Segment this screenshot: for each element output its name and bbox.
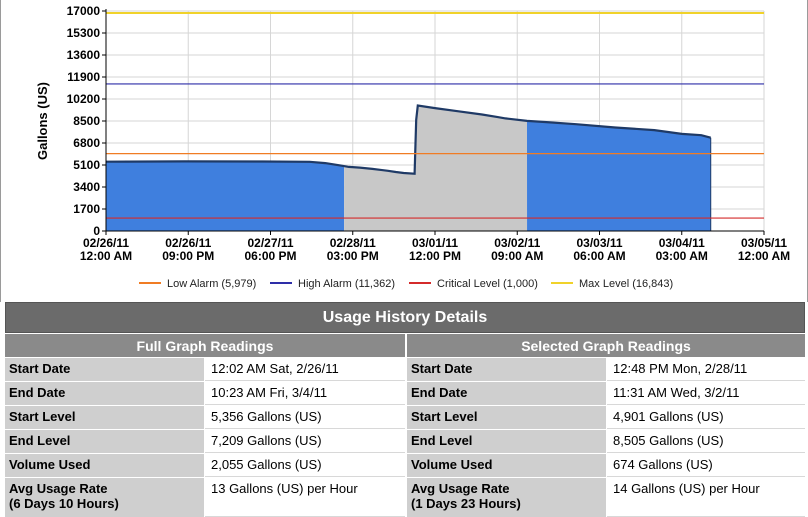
table-row: End Date 10:23 AM Fri, 3/4/11 bbox=[5, 381, 405, 405]
x-tick-date: 02/26/11 bbox=[83, 236, 129, 250]
level-area-before-selection bbox=[106, 161, 345, 231]
start-date-value: 12:48 PM Mon, 2/28/11 bbox=[607, 358, 805, 381]
table-row: Start Level 5,356 Gallons (US) bbox=[5, 405, 405, 429]
start-level-value: 4,901 Gallons (US) bbox=[607, 406, 805, 429]
avg-usage-rate-title: Avg Usage Rate bbox=[9, 481, 108, 496]
y-tick-label: 8500 bbox=[73, 114, 100, 128]
legend-entry: Low Alarm (5,979) bbox=[167, 278, 256, 290]
x-tick-time: 12:00 PM bbox=[409, 249, 461, 263]
x-tick-time: 09:00 AM bbox=[491, 249, 543, 263]
end-level-value: 7,209 Gallons (US) bbox=[205, 430, 405, 453]
volume-used-label: Volume Used bbox=[407, 454, 607, 477]
selected-graph-readings: Selected Graph Readings Start Date 12:48… bbox=[405, 333, 805, 517]
legend-entry: Critical Level (1,000) bbox=[437, 278, 538, 290]
start-date-value: 12:02 AM Sat, 2/26/11 bbox=[205, 358, 405, 381]
volume-used-value: 674 Gallons (US) bbox=[607, 454, 805, 477]
avg-usage-rate-period: (1 Days 23 Hours) bbox=[411, 496, 521, 511]
x-tick-time: 09:00 PM bbox=[162, 249, 214, 263]
start-date-label: Start Date bbox=[5, 358, 205, 381]
avg-usage-rate-label: Avg Usage Rate (6 Days 10 Hours) bbox=[5, 478, 205, 517]
x-tick-time: 12:00 AM bbox=[738, 249, 790, 263]
y-tick-label: 6800 bbox=[73, 136, 100, 150]
table-row: Start Level 4,901 Gallons (US) bbox=[407, 405, 805, 429]
x-tick-date: 03/05/11 bbox=[741, 236, 787, 250]
details-title: Usage History Details bbox=[5, 302, 805, 333]
chart-svg: 17000 15300 13600 11900 10200 8500 6800 5100 340… bbox=[35, 4, 790, 290]
y-tick-label: 3400 bbox=[73, 180, 100, 194]
end-date-label: End Date bbox=[407, 382, 607, 405]
volume-used-label: Volume Used bbox=[5, 454, 205, 477]
start-date-label: Start Date bbox=[407, 358, 607, 381]
x-tick-date: 02/27/11 bbox=[247, 236, 293, 250]
x-tick-date: 03/01/11 bbox=[412, 236, 458, 250]
table-row: Avg Usage Rate (6 Days 10 Hours) 13 Gall… bbox=[5, 477, 405, 517]
table-row: End Date 11:31 AM Wed, 3/2/11 bbox=[407, 381, 805, 405]
avg-usage-rate-title: Avg Usage Rate bbox=[411, 481, 510, 496]
start-level-label: Start Level bbox=[5, 406, 205, 429]
end-level-label: End Level bbox=[5, 430, 205, 453]
x-tick-date: 03/03/11 bbox=[576, 236, 622, 250]
y-tick-label: 15300 bbox=[67, 26, 101, 40]
avg-usage-rate-value: 14 Gallons (US) per Hour bbox=[607, 478, 805, 517]
table-row: Start Date 12:48 PM Mon, 2/28/11 bbox=[407, 357, 805, 381]
legend-entry: Max Level (16,843) bbox=[579, 278, 673, 290]
table-row: Volume Used 2,055 Gallons (US) bbox=[5, 453, 405, 477]
avg-usage-rate-label: Avg Usage Rate (1 Days 23 Hours) bbox=[407, 478, 607, 517]
x-tick-time: 06:00 PM bbox=[244, 249, 296, 263]
avg-usage-rate-value: 13 Gallons (US) per Hour bbox=[205, 478, 405, 517]
full-readings-heading: Full Graph Readings bbox=[5, 333, 405, 357]
selected-readings-heading: Selected Graph Readings bbox=[407, 333, 805, 357]
y-tick-label: 1700 bbox=[73, 202, 100, 216]
x-tick-date: 02/28/11 bbox=[330, 236, 376, 250]
x-tick-date: 02/26/11 bbox=[165, 236, 211, 250]
end-date-label: End Date bbox=[5, 382, 205, 405]
legend-entry: High Alarm (11,362) bbox=[298, 278, 395, 290]
end-date-value: 10:23 AM Fri, 3/4/11 bbox=[205, 382, 405, 405]
x-tick-time: 03:00 PM bbox=[327, 249, 379, 263]
table-row: Volume Used 674 Gallons (US) bbox=[407, 453, 805, 477]
usage-chart[interactable]: 17000 15300 13600 11900 10200 8500 6800 5100 340… bbox=[0, 0, 808, 302]
x-tick-date: 03/04/11 bbox=[659, 236, 705, 250]
y-axis-title: Gallons (US) bbox=[35, 82, 50, 160]
table-row: End Level 7,209 Gallons (US) bbox=[5, 429, 405, 453]
x-tick-time: 06:00 AM bbox=[573, 249, 625, 263]
table-row: Start Date 12:02 AM Sat, 2/26/11 bbox=[5, 357, 405, 381]
x-tick-time: 12:00 AM bbox=[80, 249, 132, 263]
avg-usage-rate-period: (6 Days 10 Hours) bbox=[9, 496, 119, 511]
table-row: End Level 8,505 Gallons (US) bbox=[407, 429, 805, 453]
usage-history-details: Usage History Details Full Graph Reading… bbox=[5, 302, 805, 517]
x-tick-time: 03:00 AM bbox=[656, 249, 708, 263]
y-tick-label: 10200 bbox=[67, 92, 101, 106]
volume-used-value: 2,055 Gallons (US) bbox=[205, 454, 405, 477]
start-level-label: Start Level bbox=[407, 406, 607, 429]
end-level-label: End Level bbox=[407, 430, 607, 453]
y-tick-label: 5100 bbox=[73, 158, 100, 172]
y-tick-label: 17000 bbox=[67, 4, 101, 18]
end-level-value: 8,505 Gallons (US) bbox=[607, 430, 805, 453]
y-tick-label: 11900 bbox=[67, 70, 100, 84]
y-tick-label: 13600 bbox=[67, 48, 101, 62]
end-date-value: 11:31 AM Wed, 3/2/11 bbox=[607, 382, 805, 405]
start-level-value: 5,356 Gallons (US) bbox=[205, 406, 405, 429]
table-row: Avg Usage Rate (1 Days 23 Hours) 14 Gall… bbox=[407, 477, 805, 517]
level-area-after-selection bbox=[527, 120, 711, 231]
x-tick-date: 03/02/11 bbox=[494, 236, 540, 250]
full-graph-readings: Full Graph Readings Start Date 12:02 AM … bbox=[5, 333, 405, 517]
